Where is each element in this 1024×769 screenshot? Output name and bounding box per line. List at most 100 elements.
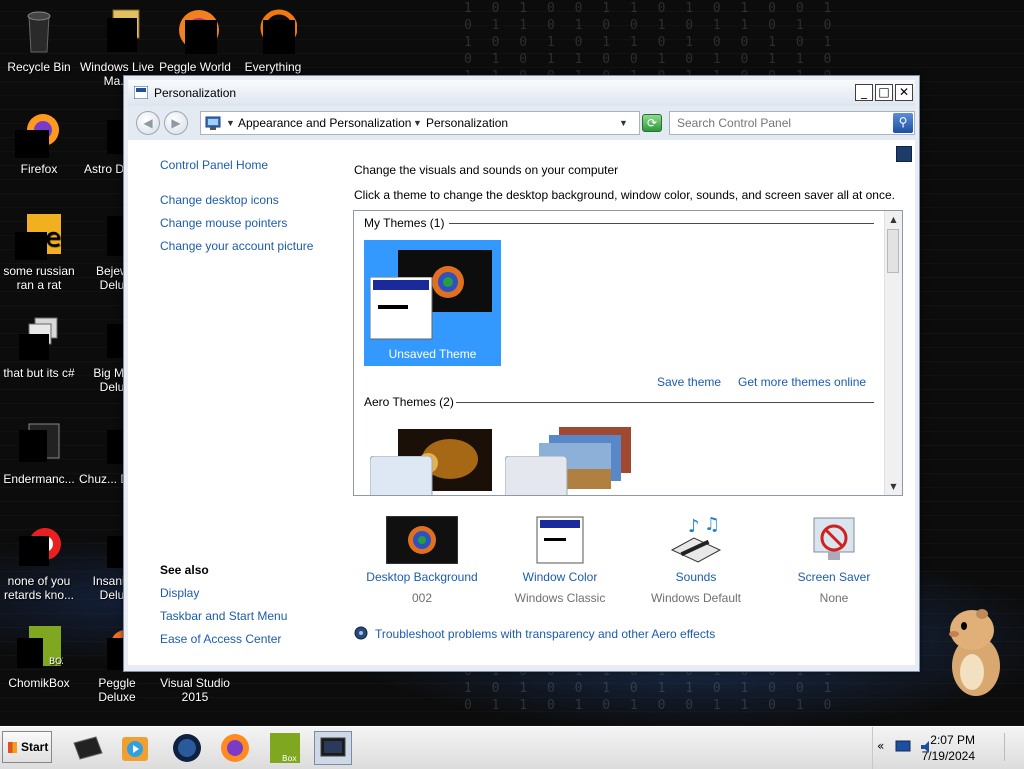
- screen-saver-label[interactable]: Screen Saver: [774, 570, 894, 584]
- window-color-value: Windows Classic: [514, 591, 606, 605]
- window-preview-icon: [370, 456, 433, 495]
- desktop-icon-chomikbox[interactable]: BOX ChomikBox: [0, 624, 78, 690]
- taskbar-app-icon[interactable]: [68, 731, 106, 765]
- desktop-icon-peggle-world[interactable]: Peggle World: [156, 8, 234, 74]
- chomikbox-icon[interactable]: Box: [266, 731, 304, 765]
- personalization-taskbar-button[interactable]: [314, 731, 352, 765]
- title-bar[interactable]: Personalization _ □ ✕: [128, 80, 915, 106]
- personalization-icon: [134, 86, 148, 99]
- search-icon[interactable]: ⚲: [893, 113, 913, 133]
- desktop-icon-label: Firefox: [20, 162, 58, 176]
- sounds-label[interactable]: Sounds: [636, 570, 756, 584]
- minimize-button[interactable]: _: [855, 84, 873, 101]
- group-header-aero-themes: Aero Themes (2): [364, 395, 454, 409]
- scroll-down-icon[interactable]: ▼: [885, 478, 902, 495]
- window-color-label[interactable]: Window Color: [500, 570, 620, 584]
- start-button[interactable]: Start: [2, 731, 52, 763]
- breadcrumb-dropdown-icon[interactable]: ▼: [226, 118, 235, 128]
- peggle-icon: [171, 8, 219, 56]
- maximize-button[interactable]: □: [875, 84, 893, 101]
- change-desktop-icons-link[interactable]: Change desktop icons: [160, 193, 279, 207]
- desktop-icon-label: Visual Studio 2015: [160, 676, 230, 704]
- search-input[interactable]: [670, 112, 895, 134]
- display-link[interactable]: Display: [160, 586, 199, 600]
- scroll-thumb[interactable]: [887, 229, 899, 273]
- show-desktop-button[interactable]: [1004, 733, 1021, 761]
- content-area: Control Panel Home Change desktop icons …: [128, 140, 915, 665]
- screen-saver-item[interactable]: Screen Saver None: [774, 516, 894, 605]
- group-divider: [449, 223, 874, 224]
- forward-button[interactable]: ▶: [164, 111, 188, 135]
- sounds-item[interactable]: ♪ ♫ Sounds Windows Default: [636, 516, 756, 605]
- refresh-button[interactable]: ⟳: [642, 114, 662, 132]
- help-icon[interactable]: [896, 146, 912, 162]
- desktop-icon-none-of-you[interactable]: none of you retards kno...: [0, 522, 78, 602]
- hamster-mascot-icon[interactable]: [942, 602, 1006, 702]
- desktop-icon-label: Peggle Deluxe: [98, 676, 136, 704]
- svg-text:♪: ♪: [688, 516, 700, 537]
- desktop-icon-label: Peggle World: [159, 60, 231, 74]
- desktop-icon-recycle-bin[interactable]: Recycle Bin: [0, 8, 78, 74]
- breadcrumb-personalization[interactable]: Personalization: [426, 116, 508, 130]
- desktop-icon-label: none of you retards kno...: [3, 574, 75, 602]
- window-preview-icon: [370, 277, 433, 340]
- save-theme-link[interactable]: Save theme: [657, 375, 721, 389]
- desktop-icon-that-but[interactable]: that but its c#: [0, 314, 78, 380]
- firefox-icon: [15, 110, 63, 158]
- scroll-up-icon[interactable]: ▲: [885, 211, 902, 228]
- change-mouse-pointers-link[interactable]: Change mouse pointers: [160, 216, 287, 230]
- window-title: Personalization: [154, 86, 237, 100]
- breadcrumb-dropdown-icon[interactable]: ▼: [413, 118, 422, 128]
- windows-logo-icon: [8, 742, 17, 753]
- page-description: Click a theme to change the desktop back…: [354, 188, 895, 202]
- sounds-icon: ♪ ♫: [670, 516, 722, 563]
- network-icon[interactable]: [895, 740, 911, 754]
- desktop-icon-label: Recycle Bin: [7, 60, 71, 74]
- address-history-dropdown-icon[interactable]: ▼: [619, 118, 628, 128]
- desktop-icon-everything[interactable]: Everything: [234, 8, 312, 74]
- taskbar-start-menu-link[interactable]: Taskbar and Start Menu: [160, 609, 287, 623]
- address-bar[interactable]: ▼ Appearance and Personalization ▼ Perso…: [200, 111, 640, 135]
- sounds-value: Windows Default: [650, 591, 742, 605]
- svg-text:BOX: BOX: [49, 657, 63, 667]
- theme-list-scrollbar[interactable]: ▲ ▼: [884, 211, 902, 495]
- recycle-bin-icon: [15, 8, 63, 56]
- window-color-icon: [536, 516, 584, 564]
- get-more-themes-link[interactable]: Get more themes online: [738, 375, 866, 389]
- desktop-icon-firefox[interactable]: Firefox: [0, 110, 78, 176]
- desktop-background-item[interactable]: Desktop Background 002: [362, 516, 482, 605]
- theme-tile-unsaved[interactable]: Unsaved Theme: [364, 240, 501, 366]
- theme-list: My Themes (1) Unsaved Theme Save theme G…: [353, 210, 903, 496]
- media-player-icon[interactable]: [116, 731, 154, 765]
- troubleshoot-icon: [354, 626, 368, 640]
- theme-name: Unsaved Theme: [388, 347, 477, 361]
- svg-text:♫: ♫: [704, 516, 720, 535]
- group-divider: [456, 402, 874, 403]
- window-color-item[interactable]: Window Color Windows Classic: [500, 516, 620, 605]
- desktop-background-label[interactable]: Desktop Background: [362, 570, 482, 584]
- desktop-background-value: 002: [411, 591, 433, 605]
- personalization-window: Personalization _ □ ✕ ◀ ▶ ▼ Appearance a…: [123, 75, 920, 672]
- program-icon: [15, 420, 63, 468]
- theme-tile-aero-2[interactable]: [501, 419, 638, 495]
- close-button[interactable]: ✕: [895, 84, 913, 101]
- theme-tile-aero-1[interactable]: [364, 419, 501, 495]
- firefox-icon[interactable]: [216, 731, 254, 765]
- document-icon: e: [15, 212, 63, 260]
- ease-of-access-link[interactable]: Ease of Access Center: [160, 632, 281, 646]
- desktop-icon-label: Endermanc...: [3, 472, 75, 486]
- clock-date: 7/19/2024: [921, 749, 975, 763]
- clock-time: 2:07 PM: [930, 733, 975, 747]
- globe-icon[interactable]: [168, 731, 206, 765]
- desktop-icon-some-russian[interactable]: e some russian ran a rat: [0, 212, 78, 292]
- control-panel-home-link[interactable]: Control Panel Home: [160, 158, 268, 172]
- desktop-icon-endermanch[interactable]: Endermanc...: [0, 420, 78, 486]
- clock[interactable]: 2:07 PM 7/19/2024: [922, 732, 975, 764]
- breadcrumb-appearance[interactable]: Appearance and Personalization: [238, 116, 411, 130]
- svg-text:e: e: [45, 223, 61, 253]
- change-account-picture-link[interactable]: Change your account picture: [160, 239, 313, 253]
- back-button[interactable]: ◀: [136, 111, 160, 135]
- search-icon: [249, 8, 298, 56]
- show-hidden-icons-button[interactable]: «: [877, 739, 884, 753]
- troubleshoot-link[interactable]: Troubleshoot problems with transparency …: [375, 627, 715, 641]
